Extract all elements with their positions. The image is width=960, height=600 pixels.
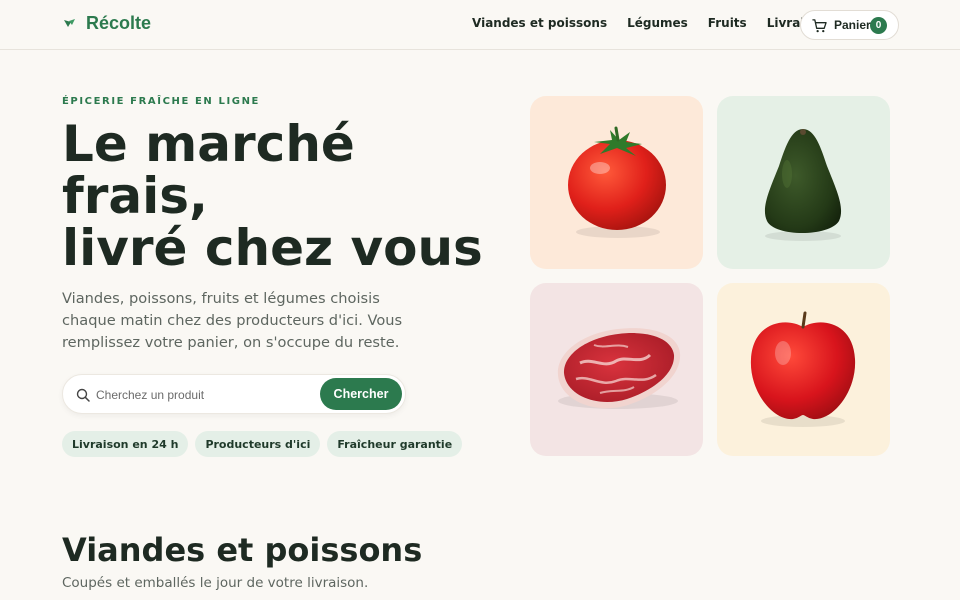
cart-button[interactable]: Panier 0 xyxy=(800,10,899,40)
feature-badge: Livraison en 24 h xyxy=(62,431,189,457)
feature-badges: Livraison en 24 h Producteurs d'ici Fraî… xyxy=(62,431,463,457)
logo-text: Récolte xyxy=(86,13,152,33)
hero-title-line: livré chez vous xyxy=(62,219,483,277)
hero-description: Viandes, poissons, fruits et légumes cho… xyxy=(62,290,403,351)
nav-item-viandes-poissons[interactable]: Viandes et poissons xyxy=(472,16,607,30)
avocado-image xyxy=(717,96,890,269)
logo[interactable]: Récolte xyxy=(62,13,151,34)
site-header: Récolte Viandes et poissons Légumes Frui… xyxy=(0,0,960,50)
cart-icon xyxy=(812,18,827,32)
steak-image xyxy=(530,283,703,456)
cart-count-badge: 0 xyxy=(870,17,887,34)
hero-eyebrow: ÉPICERIE FRAÎCHE EN LIGNE xyxy=(62,96,260,107)
main-nav: Viandes et poissons Légumes Fruits Livra… xyxy=(472,16,828,30)
leaf-icon xyxy=(64,18,75,27)
section-title: Viandes et poissons xyxy=(62,531,423,569)
feature-badge: Fraîcheur garantie xyxy=(327,431,463,457)
search-input[interactable] xyxy=(96,383,316,407)
hero-title: Le marché frais, livré chez vous xyxy=(62,118,502,274)
apple-image xyxy=(717,283,890,456)
nav-item-fruits[interactable]: Fruits xyxy=(708,16,747,30)
search-icon xyxy=(76,388,90,402)
hero-title-line: Le marché xyxy=(62,115,355,173)
search-button[interactable]: Chercher xyxy=(320,378,402,410)
nav-item-legumes[interactable]: Légumes xyxy=(627,16,688,30)
hero-title-line: frais, xyxy=(62,167,209,225)
section-subtitle: Coupés et emballés le jour de votre livr… xyxy=(62,575,369,591)
search-bar: Chercher xyxy=(62,374,406,414)
cart-label: Panier xyxy=(834,18,871,32)
tomato-image xyxy=(530,96,703,269)
feature-badge: Producteurs d'ici xyxy=(195,431,321,457)
